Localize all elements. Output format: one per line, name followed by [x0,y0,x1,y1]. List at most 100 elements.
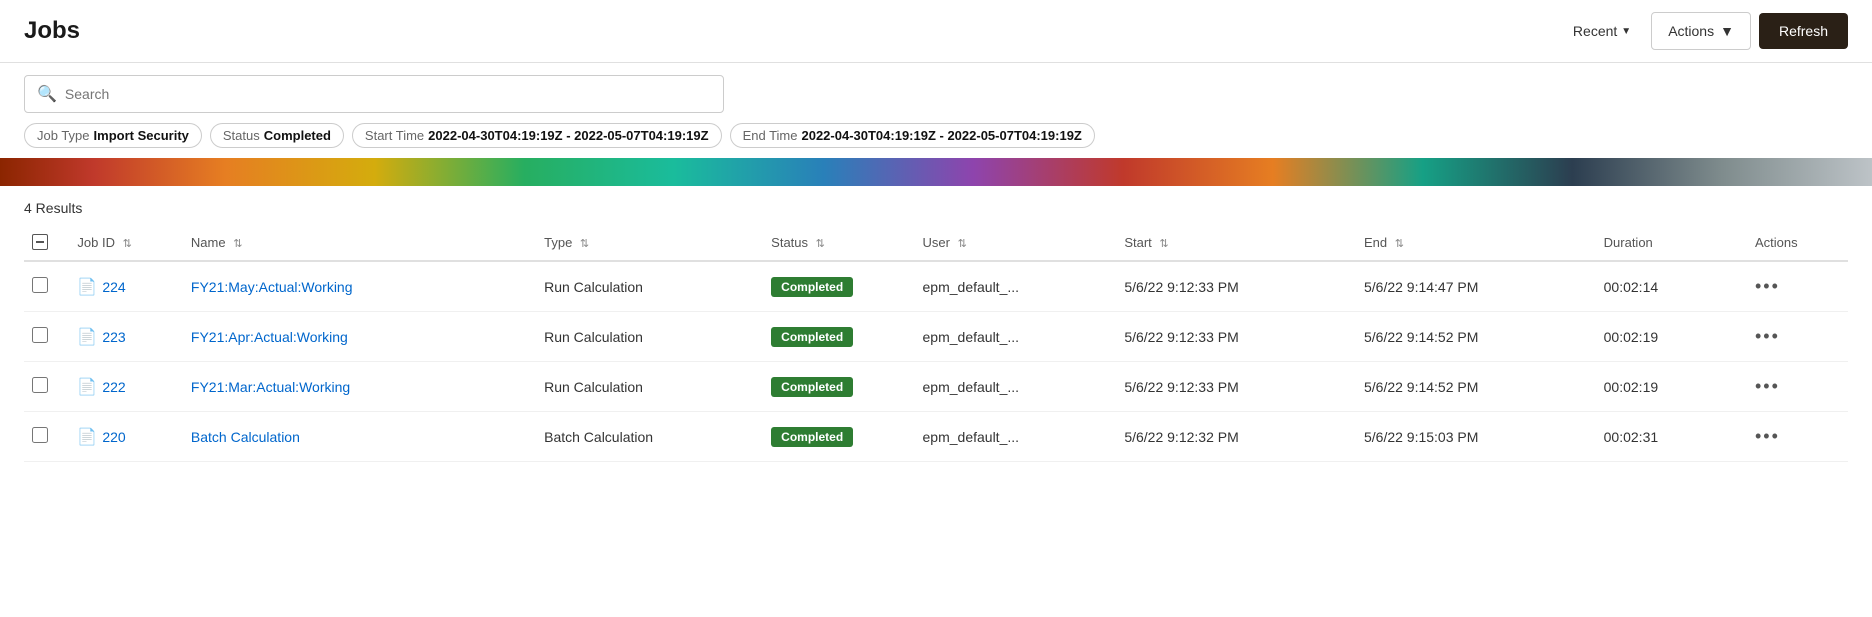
row-checkbox[interactable] [32,427,48,443]
job-type-value: Batch Calculation [544,429,653,445]
status-badge: Completed [771,277,853,297]
th-checkbox [24,224,69,261]
sort-icon: ⇅ [816,237,825,250]
row-actions-cell: ••• [1747,362,1848,412]
page-wrapper: Jobs Recent ▼ Actions ▼ Refresh 🔍 Job Ty… [0,0,1872,617]
job-id-cell: 📄 220 [69,412,183,462]
status-cell: Completed [763,362,914,412]
row-checkbox-cell [24,412,69,462]
end-cell: 5/6/22 9:14:52 PM [1356,362,1596,412]
recent-label: Recent [1573,23,1617,39]
document-icon: 📄 [77,427,97,447]
row-checkbox[interactable] [32,277,48,293]
th-status[interactable]: Status ⇅ [763,224,914,261]
results-section: 4 Results [0,186,1872,224]
duration-value: 00:02:19 [1604,379,1659,395]
job-id-link[interactable]: 📄 223 [77,327,175,347]
table-row: 📄 220 Batch Calculation Batch Calculatio… [24,412,1848,462]
sort-icon: ⇅ [1159,237,1168,250]
name-cell: Batch Calculation [183,412,536,462]
status-badge: Completed [771,377,853,397]
th-name[interactable]: Name ⇅ [183,224,536,261]
th-type[interactable]: Type ⇅ [536,224,763,261]
document-icon: 📄 [77,327,97,347]
th-job-id[interactable]: Job ID ⇅ [69,224,183,261]
recent-dropdown-button[interactable]: Recent ▼ [1561,15,1643,47]
start-value: 5/6/22 9:12:33 PM [1124,279,1238,295]
filter-status-label: Status [223,128,260,143]
job-id-link[interactable]: 📄 222 [77,377,175,397]
more-actions-button[interactable]: ••• [1755,426,1780,446]
duration-value: 00:02:14 [1604,279,1659,295]
document-icon: 📄 [77,277,97,297]
row-checkbox[interactable] [32,327,48,343]
header-actions: Recent ▼ Actions ▼ Refresh [1561,12,1848,50]
end-cell: 5/6/22 9:14:47 PM [1356,261,1596,312]
filter-tag-job-type[interactable]: Job Type Import Security [24,123,202,148]
job-name-link[interactable]: FY21:Mar:Actual:Working [191,379,350,395]
more-actions-button[interactable]: ••• [1755,326,1780,346]
job-id-value: 224 [102,279,125,295]
end-value: 5/6/22 9:14:52 PM [1364,329,1478,345]
job-id-cell: 📄 224 [69,261,183,312]
end-value: 5/6/22 9:15:03 PM [1364,429,1478,445]
filter-start-time-value: 2022-04-30T04:19:19Z - 2022-05-07T04:19:… [428,128,708,143]
filter-end-time-value: 2022-04-30T04:19:19Z - 2022-05-07T04:19:… [801,128,1081,143]
refresh-button[interactable]: Refresh [1759,13,1848,49]
end-value: 5/6/22 9:14:52 PM [1364,379,1478,395]
start-cell: 5/6/22 9:12:33 PM [1116,362,1356,412]
search-input[interactable] [65,86,711,102]
row-actions-cell: ••• [1747,261,1848,312]
results-count: 4 Results [24,200,82,216]
row-checkbox-cell [24,362,69,412]
start-value: 5/6/22 9:12:33 PM [1124,329,1238,345]
job-type-value: Run Calculation [544,329,643,345]
name-cell: FY21:Apr:Actual:Working [183,312,536,362]
more-actions-button[interactable]: ••• [1755,376,1780,396]
end-cell: 5/6/22 9:15:03 PM [1356,412,1596,462]
job-name-link[interactable]: Batch Calculation [191,429,300,445]
actions-label: Actions [1668,23,1714,39]
table-row: 📄 222 FY21:Mar:Actual:Working Run Calcul… [24,362,1848,412]
status-cell: Completed [763,412,914,462]
th-start[interactable]: Start ⇅ [1116,224,1356,261]
end-cell: 5/6/22 9:14:52 PM [1356,312,1596,362]
search-bar: 🔍 [24,75,724,113]
type-cell: Batch Calculation [536,412,763,462]
chevron-down-icon: ▼ [1720,23,1734,39]
more-actions-button[interactable]: ••• [1755,276,1780,296]
actions-button[interactable]: Actions ▼ [1651,12,1751,50]
filter-job-type-value: Import Security [94,128,189,143]
jobs-table: Job ID ⇅ Name ⇅ Type ⇅ Status ⇅ User ⇅ [24,224,1848,462]
end-value: 5/6/22 9:14:47 PM [1364,279,1478,295]
job-id-cell: 📄 222 [69,362,183,412]
row-checkbox[interactable] [32,377,48,393]
type-cell: Run Calculation [536,362,763,412]
job-id-link[interactable]: 📄 220 [77,427,175,447]
job-id-value: 223 [102,329,125,345]
job-name-link[interactable]: FY21:Apr:Actual:Working [191,329,348,345]
filter-end-time-label: End Time [743,128,798,143]
th-user[interactable]: User ⇅ [915,224,1117,261]
th-actions: Actions [1747,224,1848,261]
sort-icon: ⇅ [123,237,132,250]
duration-cell: 00:02:14 [1596,261,1747,312]
job-id-link[interactable]: 📄 224 [77,277,175,297]
status-cell: Completed [763,312,914,362]
sort-icon: ⇅ [958,237,967,250]
filter-tag-status[interactable]: Status Completed [210,123,344,148]
sort-icon: ⇅ [1395,237,1404,250]
filter-tag-start-time[interactable]: Start Time 2022-04-30T04:19:19Z - 2022-0… [352,123,722,148]
duration-cell: 00:02:19 [1596,312,1747,362]
th-end[interactable]: End ⇅ [1356,224,1596,261]
filter-tag-end-time[interactable]: End Time 2022-04-30T04:19:19Z - 2022-05-… [730,123,1095,148]
select-all-checkbox[interactable] [32,234,48,250]
job-name-link[interactable]: FY21:May:Actual:Working [191,279,353,295]
row-checkbox-cell [24,261,69,312]
filter-start-time-label: Start Time [365,128,424,143]
decorative-banner [0,158,1872,186]
user-value: epm_default_... [923,429,1020,445]
duration-cell: 00:02:31 [1596,412,1747,462]
filter-job-type-label: Job Type [37,128,90,143]
start-value: 5/6/22 9:12:32 PM [1124,429,1238,445]
